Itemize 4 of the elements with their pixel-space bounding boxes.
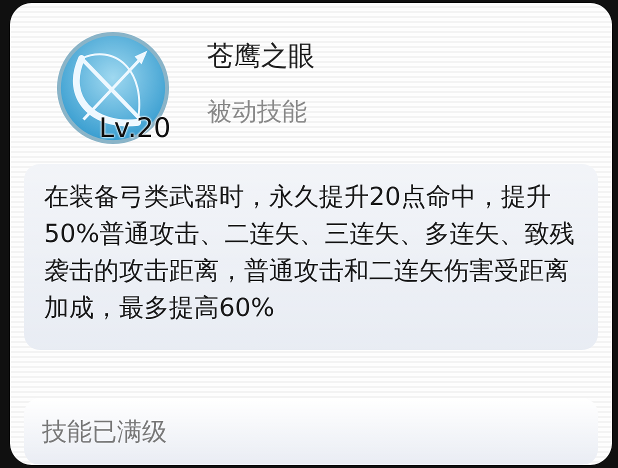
skill-status: 技能已满级 bbox=[42, 416, 167, 448]
skill-name: 苍鹰之眼 bbox=[207, 41, 315, 73]
skill-description: 在装备弓类武器时，永久提升20点命中，提升50%普通攻击、二连矢、三连矢、多连矢、致残袭击的攻击距离，普通攻击和二连矢伤害受距离加成，最多提高60% bbox=[44, 180, 576, 324]
skill-type: 被动技能 bbox=[207, 97, 308, 127]
